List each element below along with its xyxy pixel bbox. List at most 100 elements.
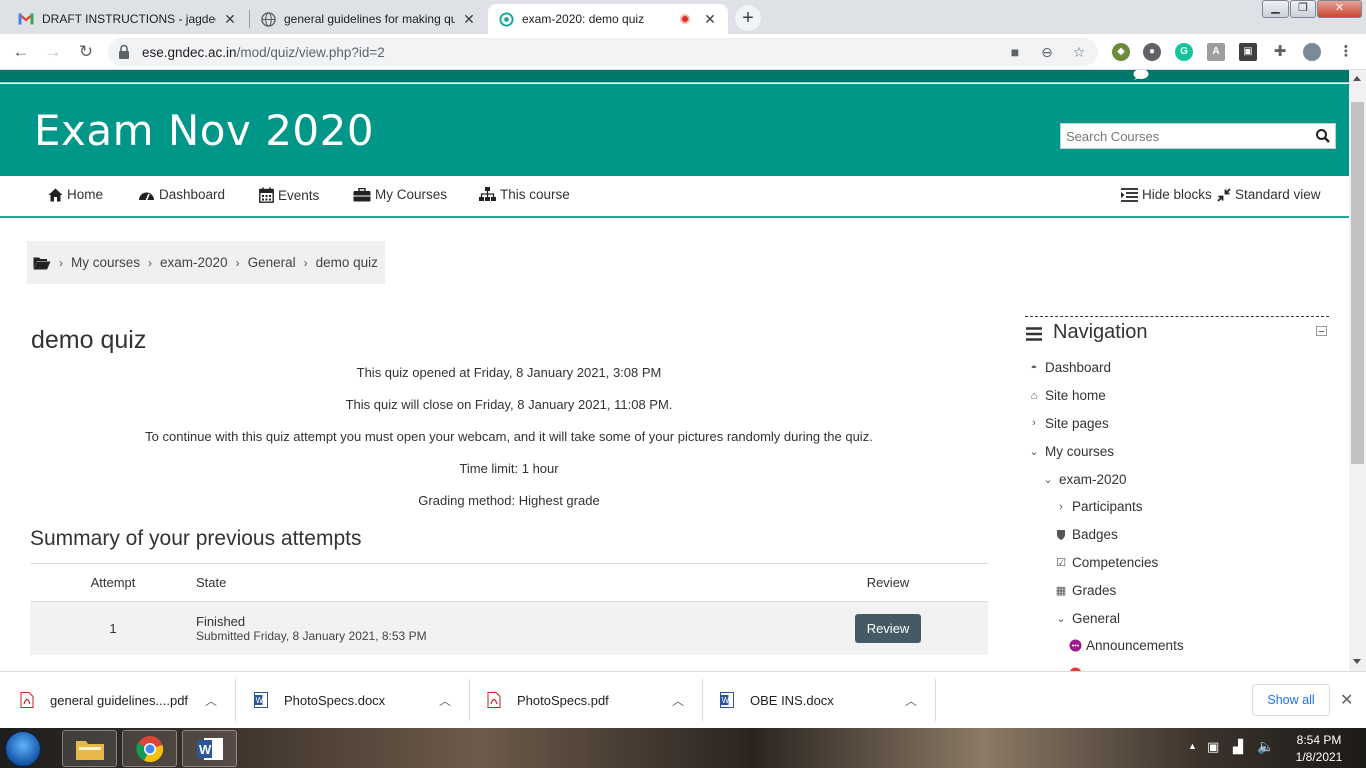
standard-view-button[interactable]: Standard view [1217, 187, 1321, 202]
back-button[interactable]: ← [9, 40, 33, 64]
nav-my-courses[interactable]: ⌄ My courses [1025, 437, 1329, 465]
nav-label: Dashboard [159, 187, 226, 202]
review-cell: Review [788, 601, 988, 655]
signal-icon[interactable]: ▟ [1233, 739, 1243, 755]
submitted-date: Submitted Friday, 8 January 2021, 8:53 P… [196, 628, 427, 643]
scrollbar-thumb[interactable] [1351, 102, 1364, 464]
nav-home[interactable]: Home [48, 187, 103, 202]
zoom-icon[interactable]: ⊖ [1038, 43, 1056, 61]
avatar[interactable] [1303, 43, 1321, 61]
breadcrumb-course[interactable]: exam-2020 [160, 255, 228, 270]
close-icon[interactable]: ✕ [702, 11, 718, 28]
menu-icon[interactable]: ⋮ [1337, 43, 1355, 61]
reload-button[interactable]: ↻ [74, 40, 98, 64]
close-icon[interactable]: ✕ [222, 11, 238, 28]
window-close-button[interactable]: ✕ [1317, 0, 1362, 18]
download-item[interactable]: W OBE INS.docx ︿ [702, 679, 936, 721]
download-item[interactable]: general guidelines....pdf ︿ [2, 679, 236, 721]
site-header: Exam Nov 2020 [0, 84, 1349, 176]
chat-icon[interactable] [1133, 70, 1149, 80]
chevron-up-icon[interactable]: ︿ [439, 692, 451, 709]
nav-general[interactable]: ⌄ General [1025, 604, 1329, 632]
tab-gmail[interactable]: DRAFT INSTRUCTIONS - jagdeep ✕ [8, 4, 248, 34]
summary-heading: Summary of your previous attempts [30, 527, 362, 550]
volume-icon[interactable]: 🔈 [1257, 738, 1274, 755]
acrobat-icon[interactable]: A [1207, 43, 1225, 61]
shield-icon [1054, 529, 1068, 541]
nav-course[interactable]: ⌄ exam-2020 [1025, 465, 1329, 493]
nav-competencies[interactable]: ☑ Competencies [1025, 549, 1329, 577]
chevron-up-icon[interactable]: ︿ [905, 692, 917, 709]
nav-events[interactable]: Events [259, 187, 319, 203]
scroll-up-icon[interactable] [1353, 76, 1361, 81]
nav-announcements[interactable]: Announcements [1025, 632, 1329, 660]
maximize-button[interactable]: ❐ [1290, 0, 1316, 18]
state-text: Finished [196, 613, 246, 629]
start-button[interactable] [5, 731, 41, 767]
camera-icon[interactable]: ■ [1006, 43, 1024, 61]
site-title[interactable]: Exam Nov 2020 [34, 106, 374, 155]
download-item[interactable]: PhotoSpecs.pdf ︿ [469, 679, 703, 721]
tab-guidelines[interactable]: general guidelines for making qu ✕ [250, 4, 487, 34]
nav-site-home-link[interactable]: ⌂ Site home [1025, 382, 1329, 410]
show-all-button[interactable]: Show all [1252, 684, 1330, 716]
dashboard-icon: ◓ [1030, 361, 1038, 374]
collapse-icon[interactable] [1316, 326, 1327, 336]
puzzle-icon[interactable]: ✚ [1271, 43, 1289, 61]
extension-icon[interactable]: ● [1143, 43, 1161, 61]
file-explorer-icon[interactable] [62, 730, 117, 767]
address-bar[interactable]: ese.gndec.ac.in/mod/quiz/view.php?id=2 ■… [108, 38, 1098, 66]
nav-dashboard-link[interactable]: ◓ Dashboard [1025, 354, 1329, 382]
extension-icon[interactable]: ▣ [1239, 43, 1257, 61]
nav-item-label: Site pages [1045, 415, 1109, 431]
extension-icon[interactable]: ◆ [1112, 43, 1130, 61]
nav-item-label: Dashboard [1045, 360, 1112, 376]
close-icon[interactable]: ✕ [1340, 690, 1353, 710]
search-input[interactable] [1061, 124, 1301, 148]
word-icon[interactable]: W [182, 730, 237, 767]
navigation-header: Navigation [1025, 316, 1329, 354]
svg-text:W: W [256, 696, 264, 705]
review-button[interactable]: Review [854, 613, 922, 643]
pdf-file-icon [487, 692, 501, 708]
scroll-down-icon[interactable] [1353, 659, 1361, 664]
dashboard-icon [139, 192, 154, 200]
download-item[interactable]: W PhotoSpecs.docx ︿ [236, 679, 470, 721]
chevron-up-icon[interactable]: ︿ [205, 692, 217, 709]
folder-open-icon[interactable] [33, 256, 51, 270]
nav-item-label: exam-2020 [1059, 471, 1127, 487]
chrome-icon[interactable] [122, 730, 177, 767]
search-icon[interactable] [1315, 128, 1331, 144]
chevron-up-icon[interactable]: ︿ [672, 692, 684, 709]
new-tab-button[interactable]: + [735, 5, 761, 31]
close-icon[interactable]: ✕ [461, 11, 477, 28]
nav-my-courses[interactable]: My Courses [353, 187, 447, 202]
tab-demo-quiz[interactable]: exam-2020: demo quiz ✕ [488, 4, 728, 34]
nav-next-item[interactable] [1025, 660, 1329, 671]
webcam-notice: To continue with this quiz attempt you m… [145, 429, 873, 444]
hide-blocks-button[interactable]: Hide blocks [1121, 187, 1212, 202]
clock-time[interactable]: 8:54 PM [1289, 733, 1349, 747]
forward-button[interactable]: → [41, 40, 65, 64]
device-icon[interactable]: ▣ [1207, 739, 1219, 755]
nav-badges[interactable]: Badges [1025, 521, 1329, 549]
quiz-info: This quiz opened at Friday, 8 January 20… [30, 363, 988, 523]
breadcrumb-section[interactable]: General [248, 255, 296, 270]
nav-site-pages[interactable]: › Site pages [1025, 410, 1329, 438]
chevron-up-icon[interactable]: ▲ [1188, 741, 1197, 751]
nav-grades[interactable]: ▦ Grades [1025, 576, 1329, 604]
clock-date[interactable]: 1/8/2021 [1289, 750, 1349, 764]
breadcrumb-current[interactable]: demo quiz [316, 255, 378, 270]
star-icon[interactable]: ☆ [1070, 43, 1088, 61]
breadcrumb-my-courses[interactable]: My courses [71, 255, 140, 270]
nav-participants[interactable]: › Participants [1025, 493, 1329, 521]
nav-dashboard[interactable]: Dashboard [138, 187, 225, 202]
download-filename: PhotoSpecs.docx [284, 692, 386, 708]
download-filename: general guidelines....pdf [50, 692, 189, 708]
minimize-button[interactable]: ▁ [1262, 0, 1289, 18]
page-scrollbar[interactable] [1349, 70, 1366, 671]
grammarly-icon[interactable]: G [1175, 43, 1193, 61]
nav-this-course[interactable]: This course [479, 187, 570, 202]
main-navbar: Home Dashboard Events My Courses This co… [0, 176, 1349, 218]
windows-taskbar: W ▲ ▣ ▟ 🔈 8:54 PM 1/8/2021 [0, 728, 1366, 768]
